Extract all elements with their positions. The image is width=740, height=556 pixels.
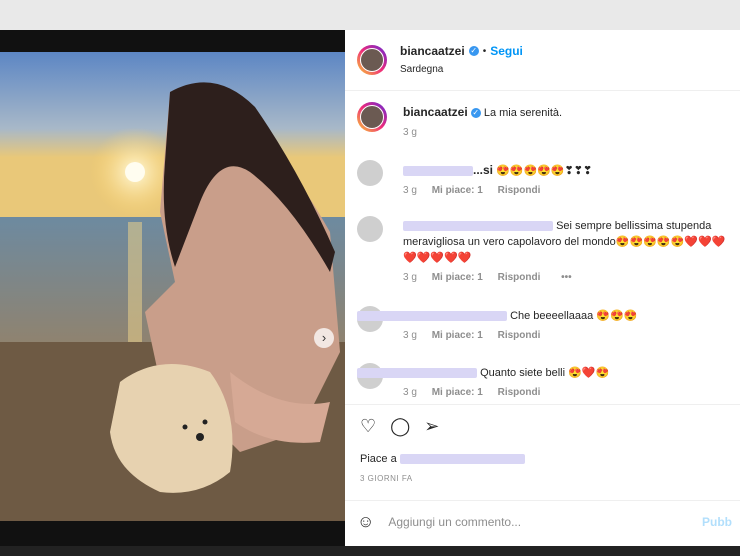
comment-username[interactable]: ...si <box>473 163 493 177</box>
caption-time: 3 g <box>403 127 417 138</box>
separator-dot: • <box>482 45 487 57</box>
reply-button[interactable]: Rispondi <box>498 185 541 196</box>
comment-likes[interactable]: Mi piace: 1 <box>432 272 483 283</box>
comment-likes[interactable]: Mi piace: 1 <box>432 387 483 398</box>
post-date[interactable]: 3 GIORNI FA <box>360 474 413 483</box>
publish-button[interactable]: Pubb <box>702 515 732 529</box>
comment-text: Quanto siete belli 😍❤️😍 <box>480 367 610 379</box>
author-username[interactable]: biancaatzei <box>400 44 465 58</box>
comment-time: 3 g <box>403 185 417 196</box>
next-photo-button[interactable]: › <box>314 328 334 348</box>
author-avatar[interactable] <box>357 45 387 75</box>
beach-photo <box>0 52 345 521</box>
share-icon[interactable]: ➢ <box>424 416 439 437</box>
emoji-icon[interactable]: ☺ <box>357 512 374 532</box>
commenter-avatar[interactable] <box>357 216 383 242</box>
comment-likes[interactable]: Mi piace: 1 <box>432 330 483 341</box>
add-comment-bar: ☺ Pubb <box>357 510 732 534</box>
redacted-liker <box>399 454 525 465</box>
follow-button[interactable]: Segui <box>490 44 523 58</box>
author-avatar[interactable] <box>357 102 387 132</box>
caption-text: La mia serenità. <box>483 107 563 119</box>
redacted-username <box>403 166 473 177</box>
comment-icon[interactable]: ◯ <box>390 416 410 437</box>
post-header: biancaatzei ✓ • Segui Sardegna <box>345 30 740 91</box>
add-comment-input[interactable] <box>386 514 702 530</box>
comment-time: 3 g <box>403 330 417 341</box>
like-prefix: Piace a <box>360 453 397 465</box>
redacted-username <box>403 221 553 232</box>
post-side-panel: biancaatzei ✓ • Segui Sardegna biancaatz… <box>345 30 740 556</box>
comment-text: 😍😍😍😍😍❣❣❣ <box>496 165 593 177</box>
divider <box>345 404 740 405</box>
verified-badge-icon: ✓ <box>470 108 481 119</box>
browser-top-strip <box>0 0 740 31</box>
post-actions: ♡ ◯ ➢ <box>360 416 439 437</box>
caption-username[interactable]: biancaatzei <box>403 105 468 119</box>
redacted-username <box>357 311 507 322</box>
more-options-button[interactable]: ••• <box>561 272 572 283</box>
background-feed-strip <box>0 546 740 556</box>
comment-time: 3 g <box>403 387 417 398</box>
post-location[interactable]: Sardegna <box>400 64 443 75</box>
comment-text: Che beeeellaaaa 😍😍😍 <box>510 310 638 322</box>
reply-button[interactable]: Rispondi <box>498 330 541 341</box>
likes-summary[interactable]: Piace a <box>360 453 525 465</box>
comment-likes[interactable]: Mi piace: 1 <box>432 185 483 196</box>
commenter-avatar[interactable] <box>357 160 383 186</box>
redacted-username <box>357 368 477 379</box>
post-photo[interactable]: › <box>0 52 345 521</box>
divider <box>345 500 740 501</box>
heart-icon[interactable]: ♡ <box>360 416 376 437</box>
comment-time: 3 g <box>403 272 417 283</box>
reply-button[interactable]: Rispondi <box>498 387 541 398</box>
reply-button[interactable]: Rispondi <box>498 272 541 283</box>
verified-badge-icon: ✓ <box>468 46 479 56</box>
